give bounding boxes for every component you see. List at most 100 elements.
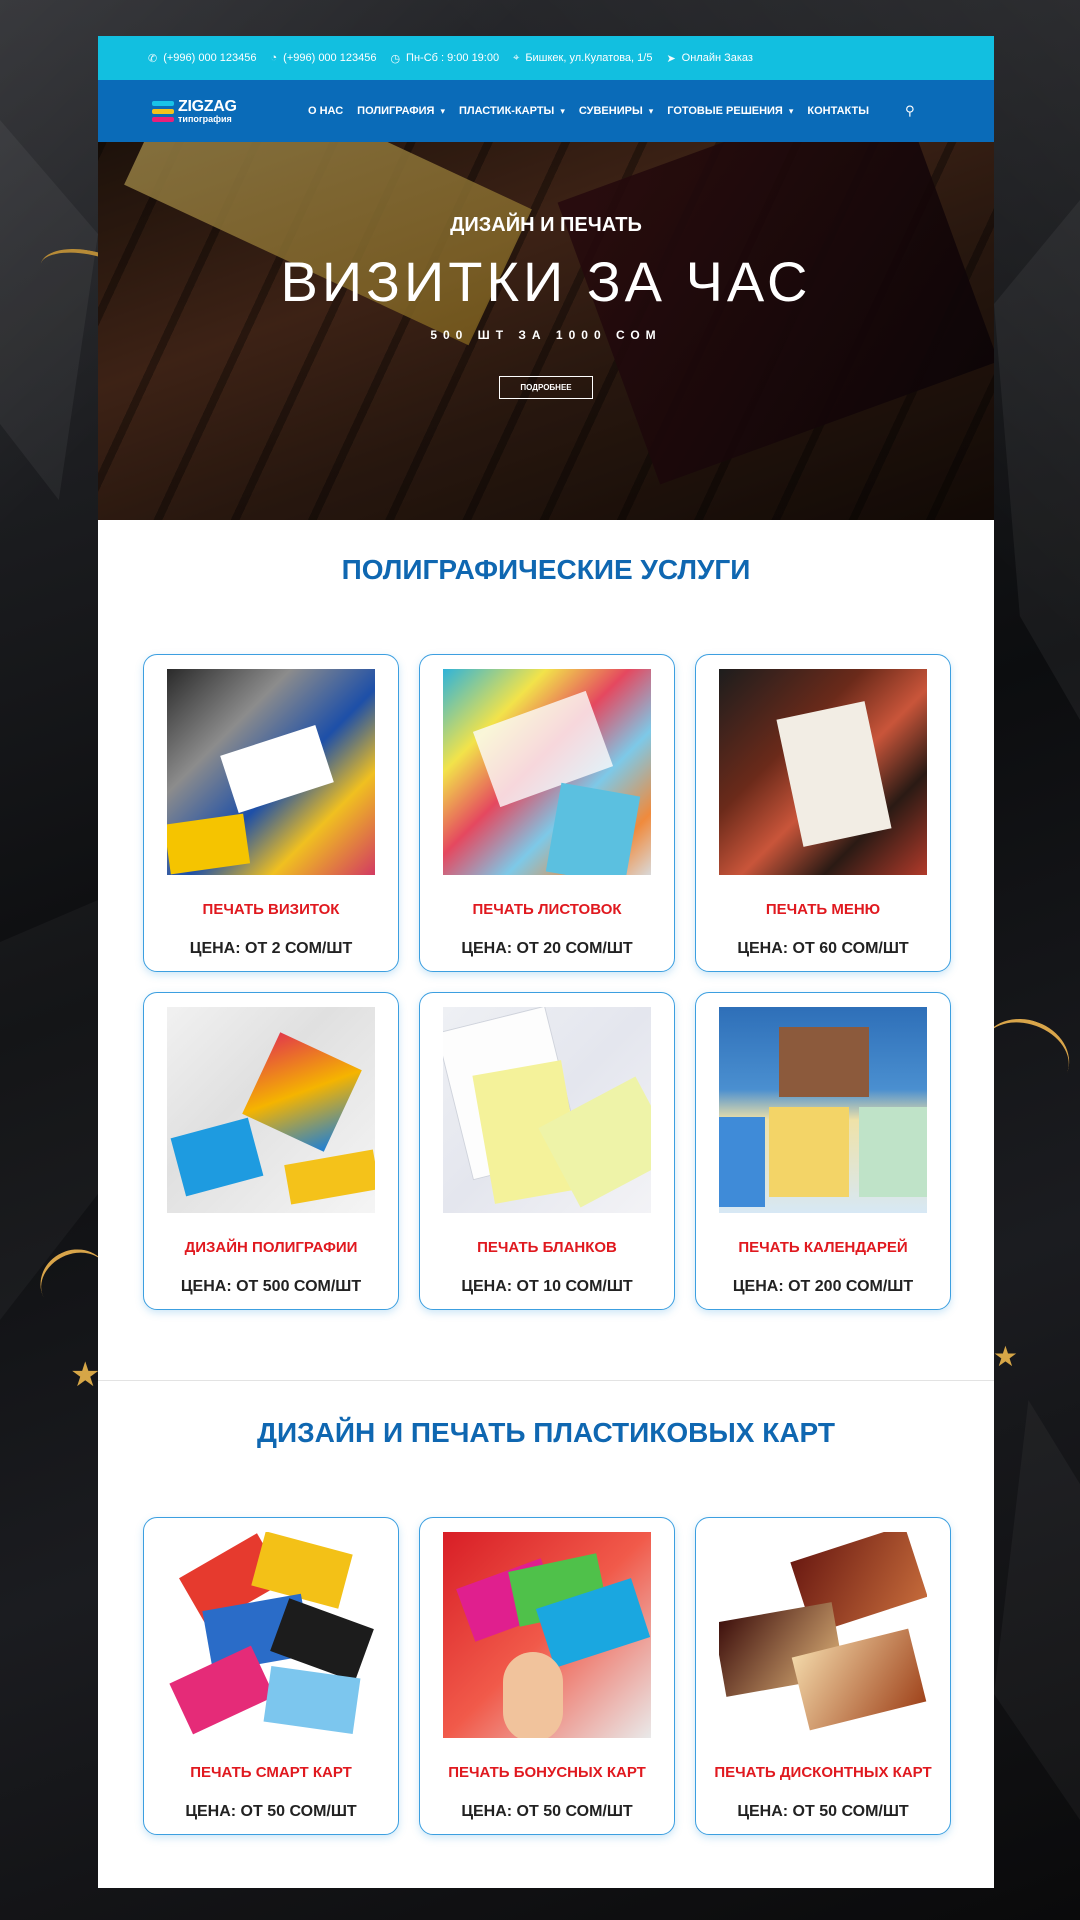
nav-label: ПЛАСТИК-КАРТЫ bbox=[459, 105, 555, 117]
card-shape bbox=[220, 725, 334, 813]
service-name: ПЕЧАТЬ БОНУСНЫХ КАРТ bbox=[448, 1764, 646, 1781]
services-grid: ПЕЧАТЬ ВИЗИТОК ЦЕНА: ОТ 2 СОМ/ШТ ПЕЧАТЬ … bbox=[143, 654, 994, 1310]
phone-link-1[interactable]: ✆ (+996) 000 123456 bbox=[148, 52, 257, 65]
hero-more-button[interactable]: ПОДРОБНЕЕ bbox=[499, 376, 593, 399]
logo-title: ZIGZAG bbox=[178, 97, 237, 115]
nav-label: ПОЛИГРАФИЯ bbox=[357, 105, 435, 117]
paper-plane-icon: ➤ bbox=[666, 52, 676, 65]
service-card-menus[interactable]: ПЕЧАТЬ МЕНЮ ЦЕНА: ОТ 60 СОМ/ШТ bbox=[695, 654, 951, 972]
service-price: ЦЕНА: ОТ 10 СОМ/ШТ bbox=[461, 1278, 633, 1295]
service-card-forms[interactable]: ПЕЧАТЬ БЛАНКОВ ЦЕНА: ОТ 10 СОМ/ШТ bbox=[419, 992, 675, 1310]
phone-text: (+996) 000 123456 bbox=[163, 52, 257, 64]
site-logo[interactable]: ZIGZAG типография bbox=[152, 97, 252, 124]
online-order-link[interactable]: ➤ Онлайн Заказ bbox=[666, 52, 753, 65]
chevron-down-icon: ▾ bbox=[560, 105, 565, 116]
service-name: ПЕЧАТЬ ДИСКОНТНЫХ КАРТ bbox=[714, 1764, 932, 1781]
nav-item-polygraphy[interactable]: ПОЛИГРАФИЯ ▾ bbox=[357, 105, 445, 117]
design-shape bbox=[170, 1117, 264, 1197]
logo-text: ZIGZAG типография bbox=[178, 97, 237, 124]
address-text: Бишкек, ул.Кулатова, 1/5 bbox=[525, 52, 653, 64]
nav-label: ГОТОВЫЕ РЕШЕНИЯ bbox=[667, 105, 783, 117]
service-name: ПЕЧАТЬ КАЛЕНДАРЕЙ bbox=[738, 1239, 908, 1256]
business-cards-image bbox=[167, 669, 375, 875]
card-shape bbox=[263, 1666, 361, 1734]
service-price: ЦЕНА: ОТ 2 СОМ/ШТ bbox=[189, 940, 353, 957]
nav-label: КОНТАКТЫ bbox=[807, 105, 870, 117]
top-info-bar: ✆ (+996) 000 123456 ◔ (+996) 000 123456 … bbox=[98, 36, 994, 80]
service-price: ЦЕНА: ОТ 20 СОМ/ШТ bbox=[461, 940, 633, 957]
logo-subtitle: типография bbox=[178, 113, 232, 124]
service-card-design[interactable]: ДИЗАЙН ПОЛИГРАФИИ ЦЕНА: ОТ 500 СОМ/ШТ bbox=[143, 992, 399, 1310]
nav-label: О НАС bbox=[308, 105, 344, 117]
service-name: ПЕЧАТЬ БЛАНКОВ bbox=[477, 1239, 617, 1256]
design-shape bbox=[242, 1032, 362, 1152]
nav-item-about[interactable]: О НАС bbox=[308, 105, 343, 117]
card-shape bbox=[251, 1532, 353, 1609]
service-name: ПЕЧАТЬ ВИЗИТОК bbox=[202, 901, 340, 918]
flyer-shape bbox=[545, 782, 641, 875]
service-price: ЦЕНА: ОТ 50 СОМ/ШТ bbox=[185, 1803, 357, 1820]
hand-shape bbox=[503, 1652, 563, 1738]
hours-text: Пн-Сб : 9:00 19:00 bbox=[406, 52, 500, 64]
gold-star-icon: ★ bbox=[992, 1341, 1018, 1372]
service-price: ЦЕНА: ОТ 200 СОМ/ШТ bbox=[732, 1278, 914, 1295]
nav-item-contacts[interactable]: КОНТАКТЫ bbox=[807, 105, 869, 117]
section-title: ПОЛИГРАФИЧЕСКИЕ УСЛУГИ bbox=[341, 554, 751, 585]
section-title: ДИЗАЙН И ПЕЧАТЬ ПЛАСТИКОВЫХ КАРТ bbox=[257, 1417, 835, 1448]
gold-star-icon: ★ bbox=[70, 1356, 101, 1394]
whatsapp-link[interactable]: ◔ (+996) 000 123456 bbox=[271, 52, 377, 64]
location-icon: ⌖ bbox=[513, 51, 520, 64]
design-shape bbox=[284, 1149, 375, 1205]
card-shape bbox=[167, 813, 251, 875]
search-icon[interactable]: ⚲ bbox=[905, 103, 915, 119]
nav-item-solutions[interactable]: ГОТОВЫЕ РЕШЕНИЯ ▾ bbox=[667, 105, 793, 117]
service-name: ПЕЧАТЬ ЛИСТОВОК bbox=[472, 901, 622, 918]
whatsapp-icon: ◔ bbox=[270, 52, 278, 64]
service-card-business-cards[interactable]: ПЕЧАТЬ ВИЗИТОК ЦЕНА: ОТ 2 СОМ/ШТ bbox=[143, 654, 399, 972]
nav-item-plastic-cards[interactable]: ПЛАСТИК-КАРТЫ ▾ bbox=[459, 105, 565, 117]
phone-icon: ✆ bbox=[148, 52, 158, 65]
hero-title: ВИЗИТКИ ЗА ЧАС bbox=[280, 250, 812, 313]
site-page: ✆ (+996) 000 123456 ◔ (+996) 000 123456 … bbox=[98, 36, 994, 1888]
service-price: ЦЕНА: ОТ 60 СОМ/ШТ bbox=[737, 940, 909, 957]
logo-icon bbox=[152, 100, 174, 122]
service-card-calendars[interactable]: ПЕЧАТЬ КАЛЕНДАРЕЙ ЦЕНА: ОТ 200 СОМ/ШТ bbox=[695, 992, 951, 1310]
order-text: Онлайн Заказ bbox=[681, 52, 753, 64]
nav-item-souvenirs[interactable]: СУВЕНИРЫ ▾ bbox=[579, 105, 653, 117]
forms-image bbox=[443, 1007, 651, 1213]
calendar-photo-shape bbox=[779, 1027, 869, 1097]
menu-page-shape bbox=[776, 701, 892, 847]
service-card-smart-cards[interactable]: ПЕЧАТЬ СМАРТ КАРТ ЦЕНА: ОТ 50 СОМ/ШТ bbox=[143, 1517, 399, 1835]
chevron-down-icon: ▾ bbox=[648, 105, 654, 116]
design-image bbox=[167, 1007, 375, 1213]
flyers-image bbox=[443, 669, 651, 875]
address-link[interactable]: ⌖ Бишкек, ул.Кулатова, 1/5 bbox=[513, 52, 652, 65]
service-card-bonus-cards[interactable]: ПЕЧАТЬ БОНУСНЫХ КАРТ ЦЕНА: ОТ 50 СОМ/ШТ bbox=[419, 1517, 675, 1835]
calendar-grid-shape bbox=[859, 1107, 927, 1197]
clock-icon: ◷ bbox=[390, 52, 401, 65]
service-name: ДИЗАЙН ПОЛИГРАФИИ bbox=[184, 1239, 358, 1256]
calendar-grid-shape bbox=[769, 1107, 849, 1197]
service-name: ПЕЧАТЬ МЕНЮ bbox=[765, 901, 881, 918]
whatsapp-text: (+996) 000 123456 bbox=[283, 52, 377, 64]
service-price: ЦЕНА: ОТ 500 СОМ/ШТ bbox=[180, 1278, 362, 1295]
polygraphy-services-section: ПОЛИГРАФИЧЕСКИЕ УСЛУГИ ПЕЧАТЬ ВИЗИТОК ЦЕ… bbox=[98, 520, 994, 1310]
plastic-cards-section: ДИЗАЙН И ПЕЧАТЬ ПЛАСТИКОВЫХ КАРТ ПЕЧАТЬ … bbox=[98, 1381, 994, 1835]
plastic-cards-grid: ПЕЧАТЬ СМАРТ КАРТ ЦЕНА: ОТ 50 СОМ/ШТ ПЕЧ… bbox=[143, 1517, 994, 1835]
calendars-image bbox=[719, 1007, 927, 1213]
service-price: ЦЕНА: ОТ 50 СОМ/ШТ bbox=[737, 1803, 909, 1820]
working-hours: ◷ Пн-Сб : 9:00 19:00 bbox=[390, 52, 499, 65]
service-price: ЦЕНА: ОТ 50 СОМ/ШТ bbox=[461, 1803, 633, 1820]
discount-cards-image bbox=[719, 1532, 927, 1738]
nav-label: СУВЕНИРЫ bbox=[578, 105, 643, 117]
service-card-discount-cards[interactable]: ПЕЧАТЬ ДИСКОНТНЫХ КАРТ ЦЕНА: ОТ 50 СОМ/Ш… bbox=[695, 1517, 951, 1835]
chevron-down-icon: ▾ bbox=[788, 105, 794, 116]
hero-content: ДИЗАЙН И ПЕЧАТЬ ВИЗИТКИ ЗА ЧАС 500 ШТ ЗА… bbox=[98, 142, 994, 520]
main-navigation: ZIGZAG типография О НАС ПОЛИГРАФИЯ ▾ ПЛА… bbox=[98, 80, 994, 142]
menus-image bbox=[719, 669, 927, 875]
service-card-flyers[interactable]: ПЕЧАТЬ ЛИСТОВОК ЦЕНА: ОТ 20 СОМ/ШТ bbox=[419, 654, 675, 972]
bonus-cards-image bbox=[443, 1532, 651, 1738]
calendar-grid-shape bbox=[719, 1117, 765, 1207]
service-name: ПЕЧАТЬ СМАРТ КАРТ bbox=[190, 1764, 352, 1781]
hero-banner: ДИЗАЙН И ПЕЧАТЬ ВИЗИТКИ ЗА ЧАС 500 ШТ ЗА… bbox=[98, 142, 994, 520]
